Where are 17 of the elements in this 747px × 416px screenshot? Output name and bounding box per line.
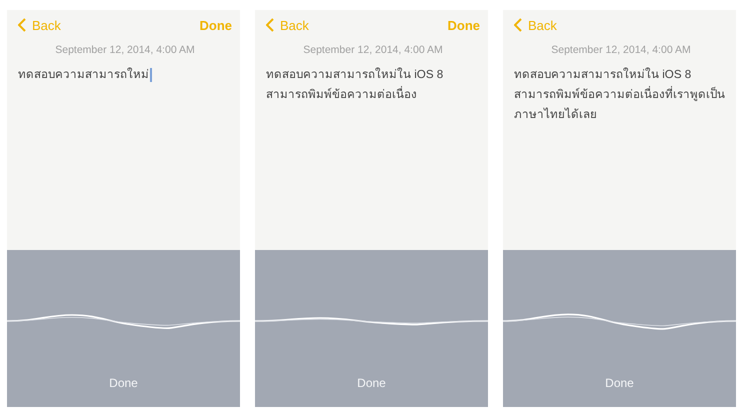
note-date: September 12, 2014, 4:00 AM: [302, 44, 444, 56]
chevron-left-icon: [514, 18, 522, 32]
note-date: September 12, 2014, 4:00 AM: [54, 44, 196, 56]
done-link[interactable]: Done: [200, 18, 232, 32]
back-link[interactable]: Back: [18, 18, 61, 32]
note-text[interactable]: ทดสอบความสามารถใหม่ใน iOS 8 สามารถพิมพ์ข้อความต่อเนื่องที่เราพูดเป็นภาษาไทยได้เลย: [514, 65, 732, 125]
done-button[interactable]: Done: [351, 374, 392, 392]
done-link[interactable]: Done: [448, 18, 480, 32]
chevron-left-icon: [266, 18, 274, 32]
back-link[interactable]: Back: [266, 18, 309, 32]
note-text[interactable]: ทดสอบความสามารถใหม่ใน iOS 8 สามารถพิมพ์ข้อความต่อเนื่อง: [266, 65, 484, 105]
note-date: September 12, 2014, 4:00 AM: [550, 44, 692, 56]
done-button[interactable]: Done: [599, 374, 640, 392]
note-text[interactable]: ทดสอบความสามารถใหม่: [18, 65, 236, 85]
chevron-left-icon: [18, 18, 26, 32]
done-button[interactable]: Done: [103, 374, 144, 392]
back-link[interactable]: Back: [514, 18, 557, 32]
